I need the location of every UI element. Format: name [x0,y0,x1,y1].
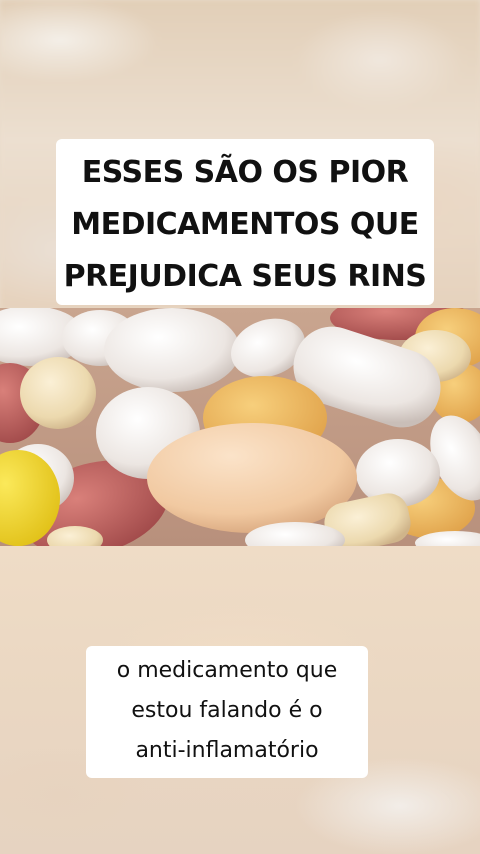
subtitle-line-2: estou falando é o [131,698,323,723]
video-frame: ESSES SÃO OS PIOR MEDICAMENTOS QUE PREJU… [0,0,480,854]
subtitle-caption: o medicamento que estou falando é o anti… [86,646,368,778]
subtitle-line-3: anti-inflamatório [135,738,319,763]
title-line-3: PREJUDICA SEUS RINS [63,259,427,294]
pills-photo [0,308,480,546]
title-caption: ESSES SÃO OS PIOR MEDICAMENTOS QUE PREJU… [56,139,434,305]
subtitle-line-1: o medicamento que [116,658,338,683]
pill [20,357,96,429]
pills-illustration [0,308,480,546]
pill [104,308,240,392]
title-line-2: MEDICAMENTOS QUE [71,207,419,242]
title-line-1: ESSES SÃO OS PIOR [81,155,409,190]
